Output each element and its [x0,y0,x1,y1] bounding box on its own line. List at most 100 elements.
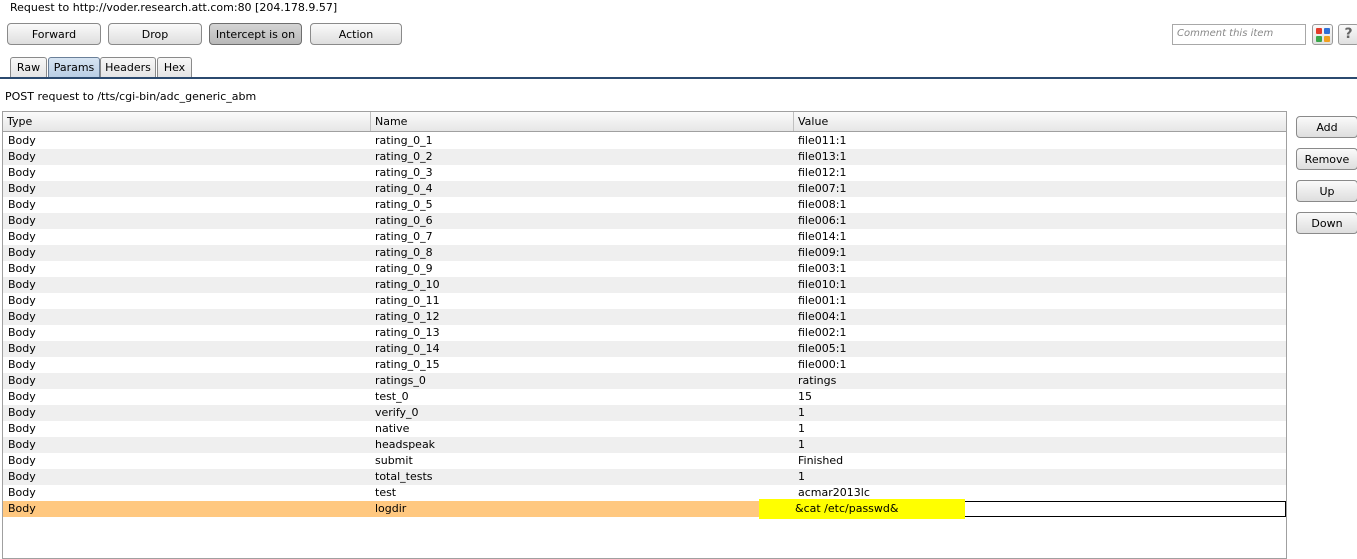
table-row[interactable]: Body total_tests 1 [3,469,1286,485]
table-row[interactable]: Body native 1 [3,421,1286,437]
tab-hex[interactable]: Hex [157,57,192,78]
remove-button[interactable]: Remove [1296,148,1357,170]
table-row[interactable]: Body logdir [3,501,1286,517]
add-button[interactable]: Add [1296,116,1357,138]
cell-name: rating_0_8 [375,246,433,259]
cell-value: file004:1 [798,310,847,323]
request-target-label: Request to http://voder.research.att.com… [10,1,338,14]
table-row[interactable]: Body rating_0_13 file002:1 [3,325,1286,341]
tab-underline [0,77,1357,79]
message-view-tabs: Raw Params Headers Hex [0,55,1357,79]
cell-value: file011:1 [798,134,847,147]
table-row[interactable]: Body rating_0_8 file009:1 [3,245,1286,261]
cell-name: rating_0_13 [375,326,440,339]
cell-name: rating_0_5 [375,198,433,211]
cell-type: Body [8,422,36,435]
cell-name: rating_0_14 [375,342,440,355]
table-row[interactable]: Body rating_0_15 file000:1 [3,357,1286,373]
cell-value: file012:1 [798,166,847,179]
table-row[interactable]: Body rating_0_1 file011:1 [3,133,1286,149]
cell-name: ratings_0 [375,374,426,387]
cell-type: Body [8,342,36,355]
cell-value: 15 [798,390,812,403]
cell-type: Body [8,438,36,451]
cell-name: rating_0_12 [375,310,440,323]
cell-type: Body [8,390,36,403]
cell-name: rating_0_4 [375,182,433,195]
comment-input[interactable]: Comment this item [1172,24,1306,45]
column-header-name[interactable]: Name [371,112,794,131]
cell-type: Body [8,454,36,467]
cell-type: Body [8,470,36,483]
cell-value: file007:1 [798,182,847,195]
table-row[interactable]: Body rating_0_10 file010:1 [3,277,1286,293]
table-row[interactable]: Body test_0 15 [3,389,1286,405]
cell-value: file009:1 [798,246,847,259]
cell-type: Body [8,326,36,339]
cell-type: Body [8,134,36,147]
cell-value: 1 [798,422,805,435]
table-row[interactable]: Body rating_0_2 file013:1 [3,149,1286,165]
table-row[interactable]: Body rating_0_7 file014:1 [3,229,1286,245]
up-button[interactable]: Up [1296,180,1357,202]
cell-type: Body [8,406,36,419]
forward-button[interactable]: Forward [7,23,101,45]
cell-type: Body [8,182,36,195]
help-button[interactable]: ? [1338,24,1357,45]
cell-type: Body [8,150,36,163]
intercept-toggle-button[interactable]: Intercept is on [209,23,302,45]
column-header-value[interactable]: Value [794,112,1286,131]
cell-name: test [375,486,397,499]
table-row[interactable]: Body submit Finished [3,453,1286,469]
drop-button[interactable]: Drop [108,23,202,45]
table-row[interactable]: Body rating_0_11 file001:1 [3,293,1286,309]
cell-type: Body [8,278,36,291]
color-square-orange-icon [1324,36,1330,42]
cell-name: rating_0_10 [375,278,440,291]
cell-value: 1 [798,470,805,483]
cell-type: Body [8,486,36,499]
table-row[interactable]: Body rating_0_3 file012:1 [3,165,1286,181]
table-row[interactable]: Body rating_0_6 file006:1 [3,213,1286,229]
down-button[interactable]: Down [1296,212,1357,234]
table-row[interactable]: Body rating_0_14 file005:1 [3,341,1286,357]
cell-type: Body [8,230,36,243]
cell-name: rating_0_7 [375,230,433,243]
cell-name: rating_0_6 [375,214,433,227]
cell-type: Body [8,246,36,259]
cell-value: 1 [798,438,805,451]
cell-name: headspeak [375,438,436,451]
tab-params[interactable]: Params [48,57,100,78]
table-row[interactable]: Body rating_0_9 file003:1 [3,261,1286,277]
column-header-type[interactable]: Type [3,112,371,131]
cell-type: Body [8,262,36,275]
cell-value: file003:1 [798,262,847,275]
color-square-blue-icon [1324,28,1330,34]
table-row[interactable]: Body verify_0 1 [3,405,1286,421]
table-row[interactable]: Body rating_0_5 file008:1 [3,197,1286,213]
action-button[interactable]: Action [310,23,402,45]
cell-value: file013:1 [798,150,847,163]
table-row[interactable]: Body headspeak 1 [3,437,1286,453]
table-row[interactable]: Body test acmar2013lc [3,485,1286,501]
cell-name: rating_0_2 [375,150,433,163]
table-row[interactable]: Body rating_0_4 file007:1 [3,181,1286,197]
highlight-color-button[interactable] [1312,24,1333,45]
cell-type: Body [8,214,36,227]
cell-value: file002:1 [798,326,847,339]
tab-raw[interactable]: Raw [10,57,47,78]
cell-type: Body [8,358,36,371]
cell-type: Body [8,294,36,307]
cell-value: file006:1 [798,214,847,227]
color-square-red-icon [1316,28,1322,34]
table-header: Type Name Value [3,112,1286,132]
cell-value: file014:1 [798,230,847,243]
cell-value: 1 [798,406,805,419]
cell-name: verify_0 [375,406,419,419]
table-row[interactable]: Body ratings_0 ratings [3,373,1286,389]
cell-name: total_tests [375,470,433,483]
tab-headers[interactable]: Headers [100,57,156,78]
cell-type: Body [8,166,36,179]
table-row[interactable]: Body rating_0_12 file004:1 [3,309,1286,325]
params-table: Type Name Value Body rating_0_1 file011:1 B… [2,111,1287,559]
